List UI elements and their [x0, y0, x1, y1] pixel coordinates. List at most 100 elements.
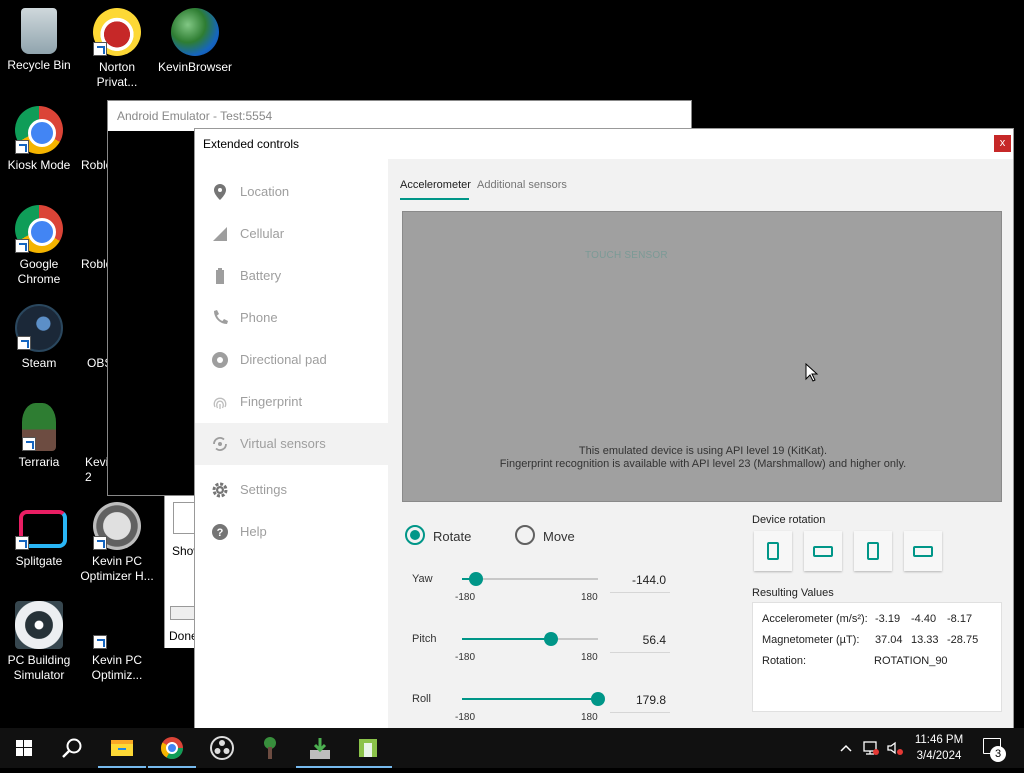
desktop-icon-label: Kevi 2: [85, 455, 109, 484]
globe-icon: [171, 8, 219, 56]
pitch-value[interactable]: 56.4: [610, 633, 670, 653]
sidebar-item-phone[interactable]: Phone: [195, 297, 388, 339]
accelerometer-label: Accelerometer (m/s²):: [762, 613, 868, 625]
yaw-label: Yaw: [412, 573, 433, 585]
taskbar-chrome[interactable]: [148, 728, 196, 768]
rotate-portrait-button[interactable]: [754, 531, 792, 571]
taskbar: 11:46 PM 3/4/2024 3: [0, 728, 1024, 768]
tab-additional-sensors[interactable]: Additional sensors: [477, 179, 567, 191]
taskbar-android-emulator[interactable]: [344, 728, 392, 768]
accelerometer-x: -3.19: [875, 613, 901, 625]
desktop-icon-google-chrome[interactable]: Google Chrome: [1, 205, 77, 287]
shortcut-arrow-icon: [22, 437, 36, 451]
close-button[interactable]: x: [994, 135, 1011, 152]
search-button[interactable]: [48, 728, 96, 768]
desktop-icon-terraria[interactable]: Terraria: [1, 403, 77, 470]
desktop: Recycle Bin Kiosk Mode Google Chrome Ste…: [0, 0, 1024, 729]
desktop-icon-recycle-bin[interactable]: Recycle Bin: [1, 8, 77, 73]
background-window-status: Done: [169, 629, 195, 643]
taskbar-terraria[interactable]: [246, 728, 294, 768]
move-label: Move: [543, 529, 575, 544]
yaw-slider[interactable]: [462, 572, 598, 586]
show-hidden-icons[interactable]: [838, 740, 854, 759]
magnetometer-z: -28.75: [947, 634, 979, 646]
shortcut-arrow-icon: [93, 42, 107, 56]
tab-accelerometer[interactable]: Accelerometer: [400, 179, 471, 200]
sidebar-item-label: Cellular: [240, 226, 285, 241]
desktop-icon-kevinbrowser[interactable]: KevinBrowser: [157, 8, 233, 75]
sidebar-item-location[interactable]: Location: [195, 171, 388, 213]
sidebar-item-label: Phone: [240, 310, 278, 325]
shortcut-arrow-icon: [15, 140, 29, 154]
yaw-value[interactable]: -144.0: [610, 573, 670, 593]
yaw-slider-thumb[interactable]: [469, 572, 483, 586]
gear-icon: [212, 482, 228, 498]
phone-icon: [214, 310, 228, 324]
accelerometer-y: -4.40: [911, 613, 937, 625]
shortcut-arrow-icon: [93, 635, 107, 649]
chevron-up-icon: [840, 744, 852, 752]
roll-slider-thumb[interactable]: [591, 692, 605, 706]
desktop-icon-label: Kevin PC Optimizer H...: [80, 554, 154, 583]
notification-count-badge: 3: [990, 746, 1006, 762]
sidebar-item-help[interactable]: ? Help: [195, 511, 388, 553]
rotate-reverse-portrait-button[interactable]: [854, 531, 892, 571]
move-radio[interactable]: [515, 525, 535, 545]
background-window[interactable]: Show Done: [164, 496, 195, 648]
volume-status[interactable]: [886, 740, 904, 759]
rotation-icon: [213, 437, 227, 451]
resulting-values-box: Accelerometer (m/s²): -3.19 -4.40 -8.17 …: [752, 602, 1002, 712]
recycle-bin-icon: [21, 8, 57, 54]
rotation-value: ROTATION_90: [874, 655, 948, 667]
tree-icon: [264, 737, 276, 759]
taskbar-installer[interactable]: [296, 728, 344, 768]
emulator-icon: [359, 739, 377, 757]
rotate-radio[interactable]: [405, 525, 425, 545]
phone-reverse-portrait-icon: [867, 542, 879, 560]
window-title: Extended controls: [203, 137, 300, 151]
roll-value[interactable]: 179.8: [610, 693, 670, 713]
sidebar-item-label: Location: [240, 184, 290, 199]
steam-icon: [15, 304, 63, 352]
clock[interactable]: 11:46 PM 3/4/2024: [908, 732, 970, 764]
sidebar-item-virtual-sensors[interactable]: Virtual sensors: [195, 423, 388, 465]
fingerprint-icon: [213, 397, 227, 409]
sidebar-item-cellular[interactable]: Cellular: [195, 213, 388, 255]
clock-date: 3/4/2024: [916, 750, 962, 762]
sidebar-item-fingerprint[interactable]: Fingerprint: [195, 381, 388, 423]
desktop-icon-steam[interactable]: Steam: [1, 304, 77, 371]
desktop-icon-splitgate[interactable]: Splitgate: [1, 502, 77, 569]
phone-reverse-landscape-icon: [913, 546, 933, 557]
sidebar-item-battery[interactable]: Battery: [195, 255, 388, 297]
taskbar-obs[interactable]: [198, 728, 246, 768]
gauge-icon: [93, 502, 141, 550]
extended-controls-titlebar[interactable]: Extended controls x: [195, 129, 1013, 159]
taskbar-file-explorer[interactable]: [98, 728, 146, 768]
network-status[interactable]: [862, 740, 880, 759]
shortcut-arrow-icon: [93, 536, 107, 550]
speaker-muted-icon: [887, 741, 903, 755]
roll-slider[interactable]: [462, 692, 605, 706]
shortcut-icon: [93, 601, 141, 649]
desktop-icon-pc-building-simulator[interactable]: PC Building Simulator: [1, 601, 77, 683]
pitch-slider-thumb[interactable]: [544, 632, 558, 646]
desktop-icon-label: Kevin PC Optimiz...: [91, 653, 143, 682]
desktop-icon-kevin-pc-optimiz[interactable]: Kevin PC Optimiz...: [79, 601, 155, 683]
sidebar-item-settings[interactable]: Settings: [195, 469, 388, 511]
desktop-icon-kiosk-mode[interactable]: Kiosk Mode: [1, 106, 77, 173]
start-button[interactable]: [0, 728, 48, 768]
device-3d-view[interactable]: TOUCH SENSOR This emulated device is usi…: [402, 211, 1002, 502]
desktop-icon-norton[interactable]: Norton Privat...: [79, 8, 155, 90]
rotation-label: Rotation:: [762, 655, 807, 667]
pitch-slider[interactable]: [462, 632, 598, 646]
desktop-icon-kevin-pc-optimizer[interactable]: Kevin PC Optimizer H...: [79, 502, 155, 584]
desktop-icon-label: KevinBrowser: [157, 60, 233, 74]
rotate-landscape-button[interactable]: [804, 531, 842, 571]
shortcut-arrow-icon: [17, 336, 31, 350]
sidebar-item-label: Battery: [240, 268, 282, 283]
extended-controls-window[interactable]: Extended controls x Location Cellular Ba…: [194, 128, 1014, 729]
roll-max: 180: [581, 712, 598, 723]
sidebar-item-directional-pad[interactable]: Directional pad: [195, 339, 388, 381]
rotate-reverse-landscape-button[interactable]: [904, 531, 942, 571]
background-window-text: Show: [172, 544, 195, 558]
